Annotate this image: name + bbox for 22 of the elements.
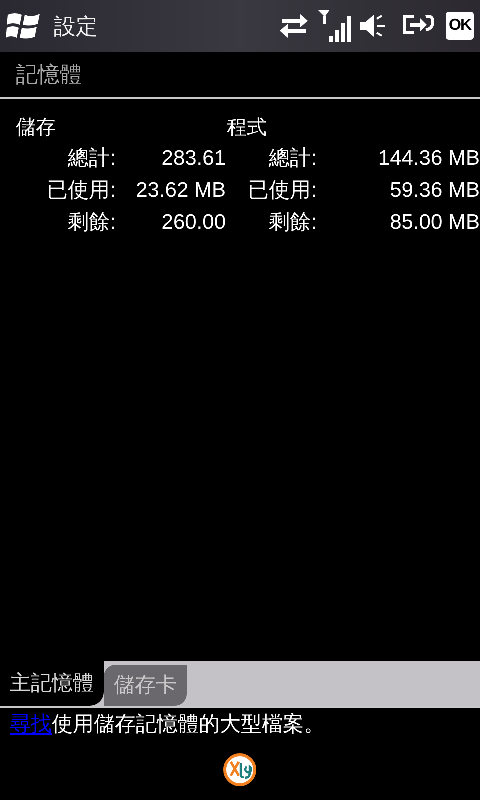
signal-strength-icon xyxy=(316,8,352,44)
stat-value: 283.61 xyxy=(160,146,226,172)
section-heading: 程式 xyxy=(227,116,267,141)
stat-value: 260.00 xyxy=(160,210,226,236)
stat-value: 144.36 MB xyxy=(377,146,480,172)
ok-button[interactable]: OK xyxy=(446,12,474,40)
stat-label: 總計: xyxy=(268,146,317,172)
stat-value: 59.36 MB xyxy=(389,178,480,204)
stat-value: 23.62 MB xyxy=(135,178,226,204)
stat-label: 剩餘: xyxy=(67,210,116,236)
page-title: 記憶體 xyxy=(16,61,82,89)
window-title: 設定 xyxy=(54,12,98,40)
hint-text: 尋找使用儲存記憶體的大型檔案。 xyxy=(9,712,326,738)
stat-label: 剩餘: xyxy=(268,210,317,236)
stat-label: 已使用: xyxy=(46,178,116,204)
tab[interactable]: 主記憶體 xyxy=(0,661,104,706)
stat-label: 已使用: xyxy=(247,178,317,204)
stat-value: 85.00 MB xyxy=(389,210,480,236)
data-transfer-icon xyxy=(278,11,310,41)
section-heading: 儲存 xyxy=(16,116,56,141)
logo-icon xyxy=(223,753,257,787)
stat-label: 總計: xyxy=(67,146,116,172)
